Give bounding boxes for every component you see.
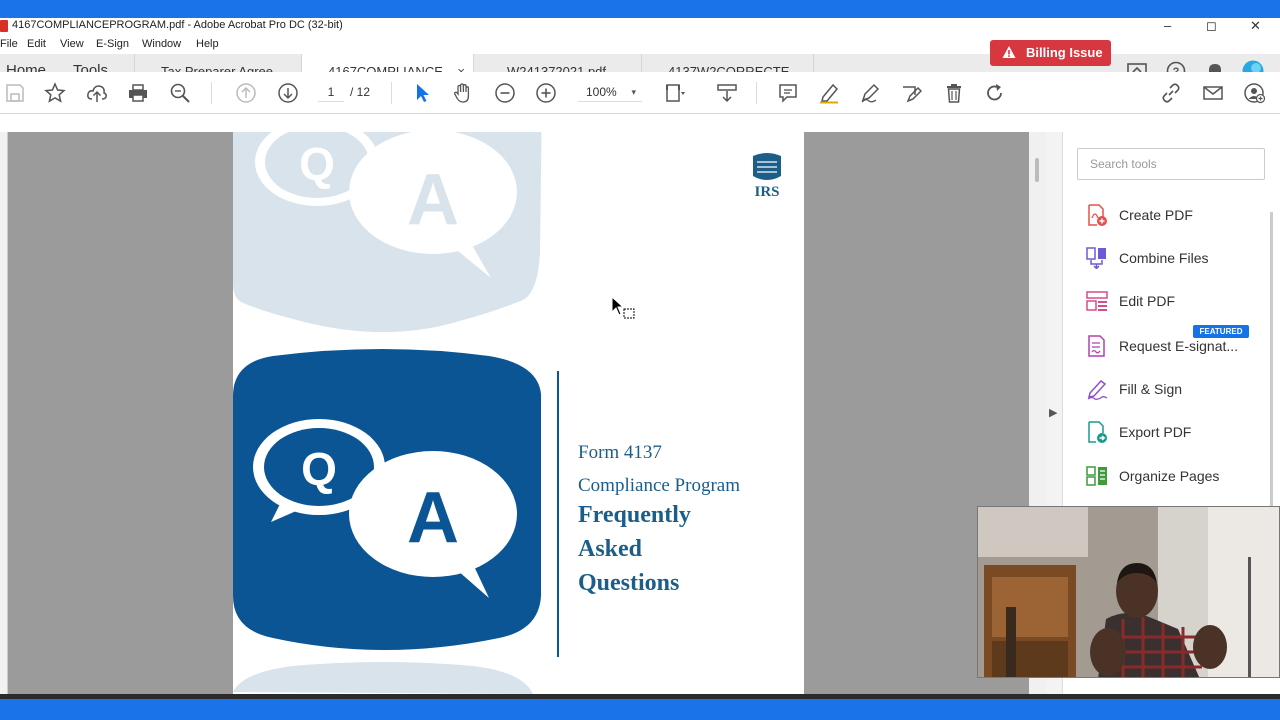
toolbar-separator (391, 82, 392, 104)
top-accent-bar (0, 0, 1280, 18)
page-total: / 12 (350, 85, 371, 99)
title-line-3: Questions (578, 570, 680, 596)
irs-eagle-logo: IRS (753, 153, 781, 200)
tool-create-pdf[interactable]: Create PDF (1086, 200, 1266, 230)
combine-files-icon (1086, 247, 1106, 269)
zoom-out-icon[interactable] (494, 82, 516, 104)
program-line: Compliance Program (578, 475, 740, 496)
print-icon[interactable] (127, 82, 149, 104)
upload-cloud-icon[interactable] (86, 82, 108, 104)
tool-label: Fill & Sign (1119, 381, 1183, 397)
comment-icon[interactable] (777, 82, 799, 104)
search-tools-input[interactable]: Search tools (1077, 148, 1265, 180)
menu-esign[interactable]: E-Sign (96, 38, 129, 50)
rotate-icon[interactable] (984, 82, 1006, 104)
acrobat-app-icon (0, 20, 8, 32)
hand-tool-icon[interactable] (452, 82, 474, 104)
zoom-in-icon[interactable] (535, 82, 557, 104)
tool-export-pdf[interactable]: Export PDF (1086, 417, 1266, 447)
delete-trash-icon[interactable] (943, 82, 965, 104)
previous-page-icon[interactable] (235, 82, 257, 104)
draw-pencil-icon[interactable] (859, 82, 881, 104)
toolbar-separator (211, 82, 212, 104)
next-page-icon[interactable] (277, 82, 299, 104)
irs-logo-text: IRS (754, 184, 779, 200)
screen: 4167COMPLIANCEPROGRAM.pdf - Adobe Acroba… (0, 0, 1280, 720)
tool-label: Export PDF (1119, 424, 1192, 440)
export-pdf-icon (1088, 421, 1107, 443)
faded-block-bottom (233, 662, 533, 694)
billing-issue-button[interactable]: Billing Issue (990, 40, 1111, 66)
tool-label: Organize Pages (1119, 468, 1220, 484)
maximize-button[interactable]: ◻ (1206, 18, 1217, 34)
billing-issue-label: Billing Issue (1026, 45, 1103, 60)
menu-view[interactable]: View (60, 38, 84, 50)
bottom-shade (0, 694, 1280, 699)
faded-q-letter: Q (299, 138, 335, 190)
pdf-page-artwork: Q A IRS Q A (233, 132, 781, 694)
title-bar: 4167COMPLIANCEPROGRAM.pdf - Adobe Acroba… (0, 18, 1280, 36)
find-magnifier-icon[interactable] (169, 82, 191, 104)
bookmark-star-icon[interactable] (44, 82, 66, 104)
highlight-pen-icon[interactable] (818, 82, 840, 104)
menu-help[interactable]: Help (196, 38, 219, 50)
tool-edit-pdf[interactable]: Edit PDF (1086, 286, 1266, 316)
tool-fill-sign[interactable]: Fill & Sign (1086, 374, 1266, 404)
menu-file[interactable]: File (0, 38, 18, 50)
minimize-button[interactable]: – (1164, 18, 1171, 33)
zoom-select[interactable]: 100% ▾ (578, 82, 642, 102)
warning-icon (1002, 46, 1016, 58)
edit-pdf-icon (1086, 291, 1108, 311)
tool-label: Request E-signat... (1119, 338, 1239, 354)
webcam-overlay (977, 506, 1280, 678)
menu-edit[interactable]: Edit (27, 38, 46, 50)
left-pane-strip[interactable] (0, 132, 8, 694)
document-scroll-thumb[interactable] (1035, 158, 1039, 182)
page-number-input[interactable]: 1 (318, 82, 344, 102)
edit-text-icon[interactable] (900, 82, 922, 104)
bottom-accent-bar (0, 694, 1280, 720)
tool-combine-files[interactable]: Combine Files (1086, 243, 1266, 273)
mouse-cursor-icon (611, 296, 635, 319)
fill-sign-icon (1087, 379, 1108, 400)
title-line-1: Frequently (578, 502, 691, 528)
add-user-icon[interactable] (1243, 82, 1265, 104)
close-window-button[interactable]: ✕ (1250, 18, 1261, 34)
faded-a-letter: A (407, 160, 459, 240)
toolbar-separator (756, 82, 757, 104)
a-letter: A (407, 478, 459, 558)
request-esign-icon (1088, 335, 1105, 357)
select-arrow-icon[interactable] (411, 82, 433, 104)
tools-pane-scrollbar[interactable] (1270, 212, 1273, 512)
share-link-icon[interactable] (1160, 82, 1182, 104)
tool-label: Combine Files (1119, 250, 1209, 266)
create-pdf-icon (1088, 204, 1107, 226)
organize-pages-icon (1086, 466, 1107, 486)
pdf-page: Q A IRS Q A Form 4137 Compliance Program… (233, 132, 804, 694)
expand-pane-arrow-icon[interactable]: ▶ (1049, 406, 1057, 419)
chevron-down-icon: ▾ (631, 87, 636, 97)
tool-label: Edit PDF (1119, 293, 1176, 309)
presenter-video-image (978, 507, 1279, 677)
page-fit-icon[interactable] (664, 82, 686, 104)
tool-organize-pages[interactable]: Organize Pages (1086, 461, 1266, 491)
scroll-mode-icon[interactable] (716, 82, 738, 104)
acrobat-window: 4167COMPLIANCEPROGRAM.pdf - Adobe Acroba… (0, 18, 1280, 694)
menu-window[interactable]: Window (142, 38, 181, 50)
tool-request-esignatures[interactable]: Request E-signat... (1086, 331, 1266, 361)
form-number-line: Form 4137 (578, 442, 662, 463)
tool-label: Create PDF (1119, 207, 1193, 223)
window-title: 4167COMPLIANCEPROGRAM.pdf - Adobe Acroba… (12, 19, 343, 31)
q-letter: Q (301, 443, 337, 495)
vertical-divider (557, 371, 559, 657)
email-envelope-icon[interactable] (1202, 82, 1224, 104)
save-icon[interactable] (4, 82, 26, 104)
zoom-value: 100% (586, 85, 617, 99)
title-line-2: Asked (578, 536, 643, 562)
